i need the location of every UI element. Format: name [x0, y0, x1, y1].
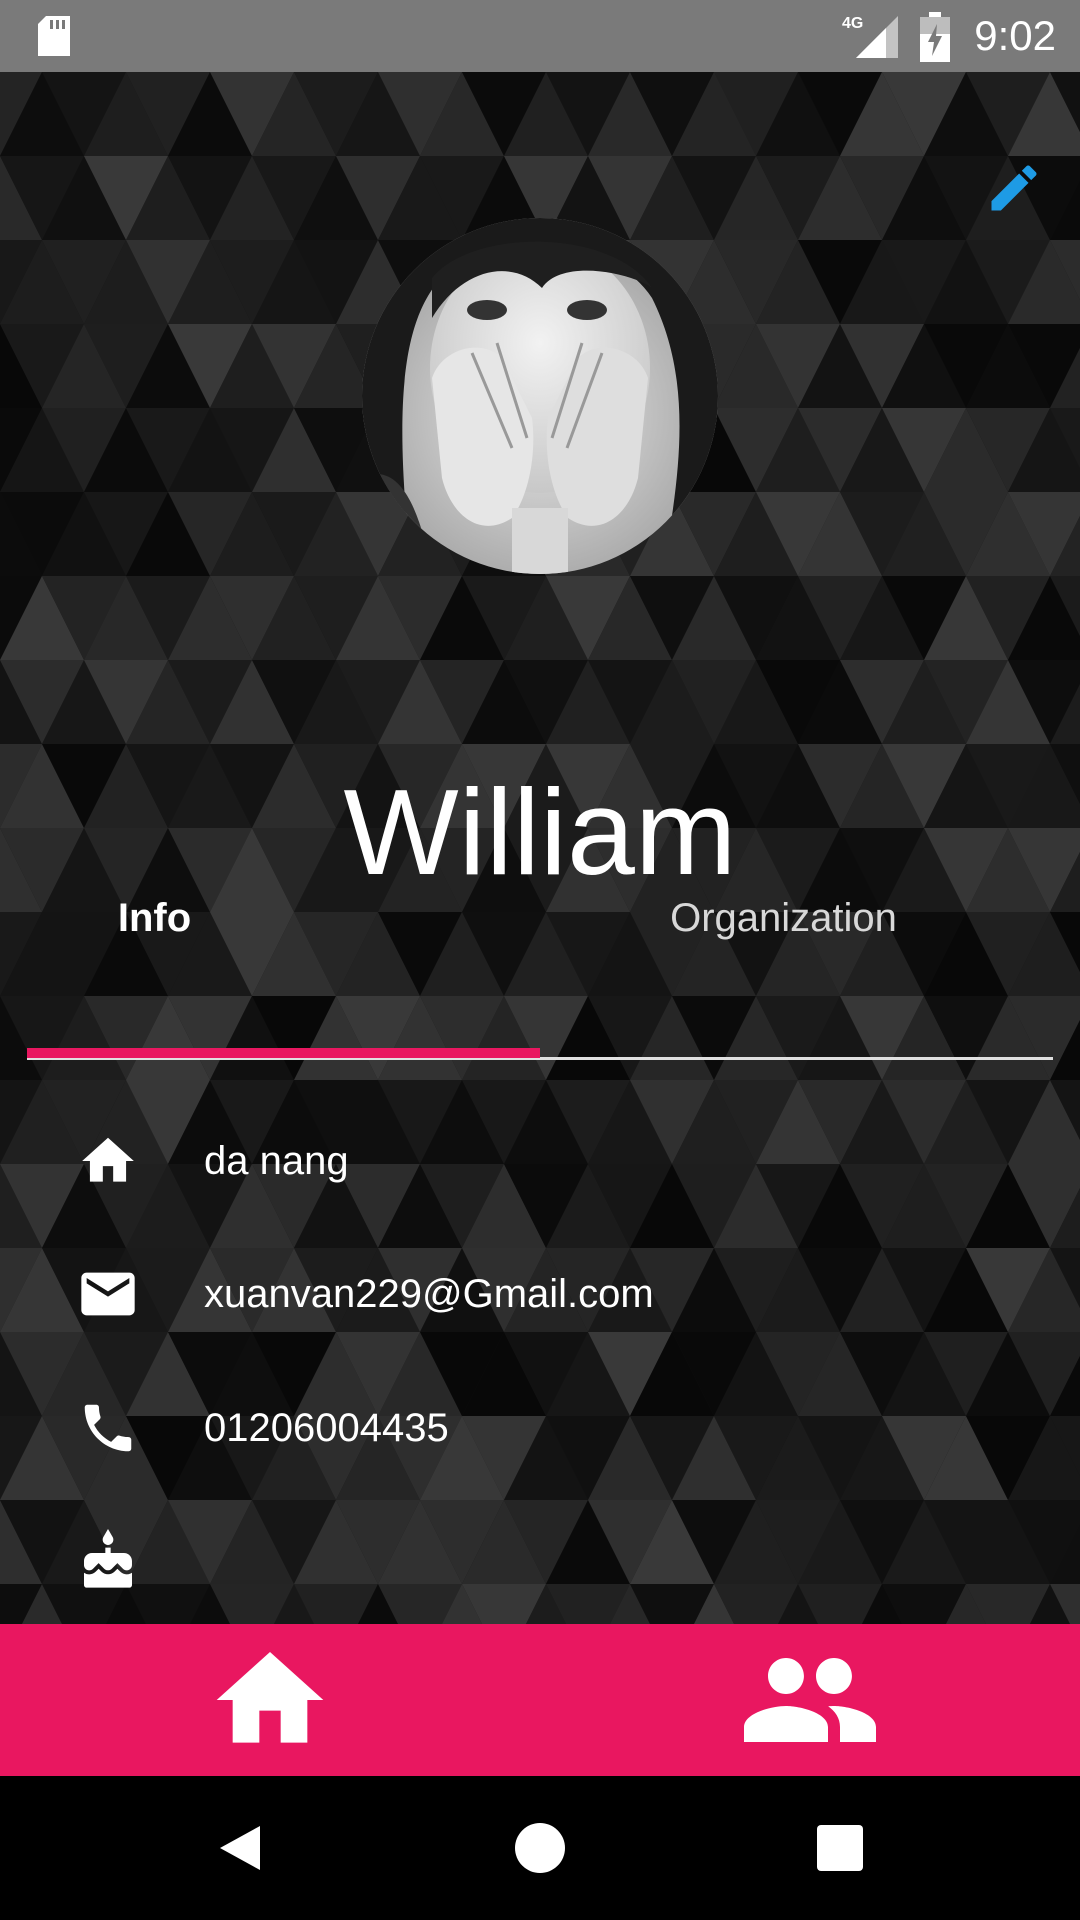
phone-text: 01206004435: [204, 1406, 449, 1450]
bottom-navigation: [0, 1624, 1080, 1776]
birthday-row[interactable]: [0, 1507, 1080, 1617]
cake-icon: [74, 1527, 142, 1595]
profile-screen: 4G 9:02 William Info Organization da nan…: [0, 0, 1080, 1920]
people-icon: [744, 1658, 876, 1742]
phone-row[interactable]: 01206004435: [0, 1374, 1080, 1484]
tab-info-label: Info: [117, 895, 192, 940]
tab-organization[interactable]: Organization: [540, 868, 1053, 968]
system-home-button[interactable]: [504, 1812, 576, 1884]
email-text: xuanvan229@Gmail.com: [204, 1272, 654, 1316]
recents-icon: [817, 1825, 863, 1871]
signal-icon: 4G: [842, 15, 898, 58]
status-bar: 4G 9:02: [0, 0, 1080, 72]
recents-button[interactable]: [804, 1812, 876, 1884]
phone-icon: [74, 1394, 142, 1462]
home-circle-icon: [515, 1823, 565, 1873]
profile-tabs: Info Organization: [27, 868, 1053, 968]
address-row[interactable]: da nang: [0, 1107, 1080, 1217]
address-text: da nang: [204, 1139, 349, 1183]
status-clock: 9:02: [974, 12, 1056, 59]
network-type: 4G: [842, 15, 863, 32]
tab-info[interactable]: Info: [27, 868, 540, 968]
email-row[interactable]: xuanvan229@Gmail.com: [0, 1240, 1080, 1350]
sd-card-icon: [38, 16, 70, 56]
system-navigation-bar: [0, 1776, 1080, 1920]
tab-organization-label: Organization: [670, 895, 897, 940]
battery-icon: [920, 12, 950, 62]
home-icon: [74, 1127, 142, 1195]
back-button[interactable]: [204, 1812, 276, 1884]
profile-photo: [362, 218, 718, 574]
edit-profile-button[interactable]: [978, 152, 1050, 224]
pencil-icon: [991, 165, 1037, 211]
tab-indicator: [27, 1048, 540, 1058]
nav-people-button[interactable]: [540, 1624, 1080, 1776]
back-icon: [220, 1826, 260, 1870]
email-icon: [74, 1260, 142, 1328]
nav-home-button[interactable]: [0, 1624, 540, 1776]
profile-avatar[interactable]: [362, 218, 718, 574]
home-icon: [216, 1652, 324, 1743]
